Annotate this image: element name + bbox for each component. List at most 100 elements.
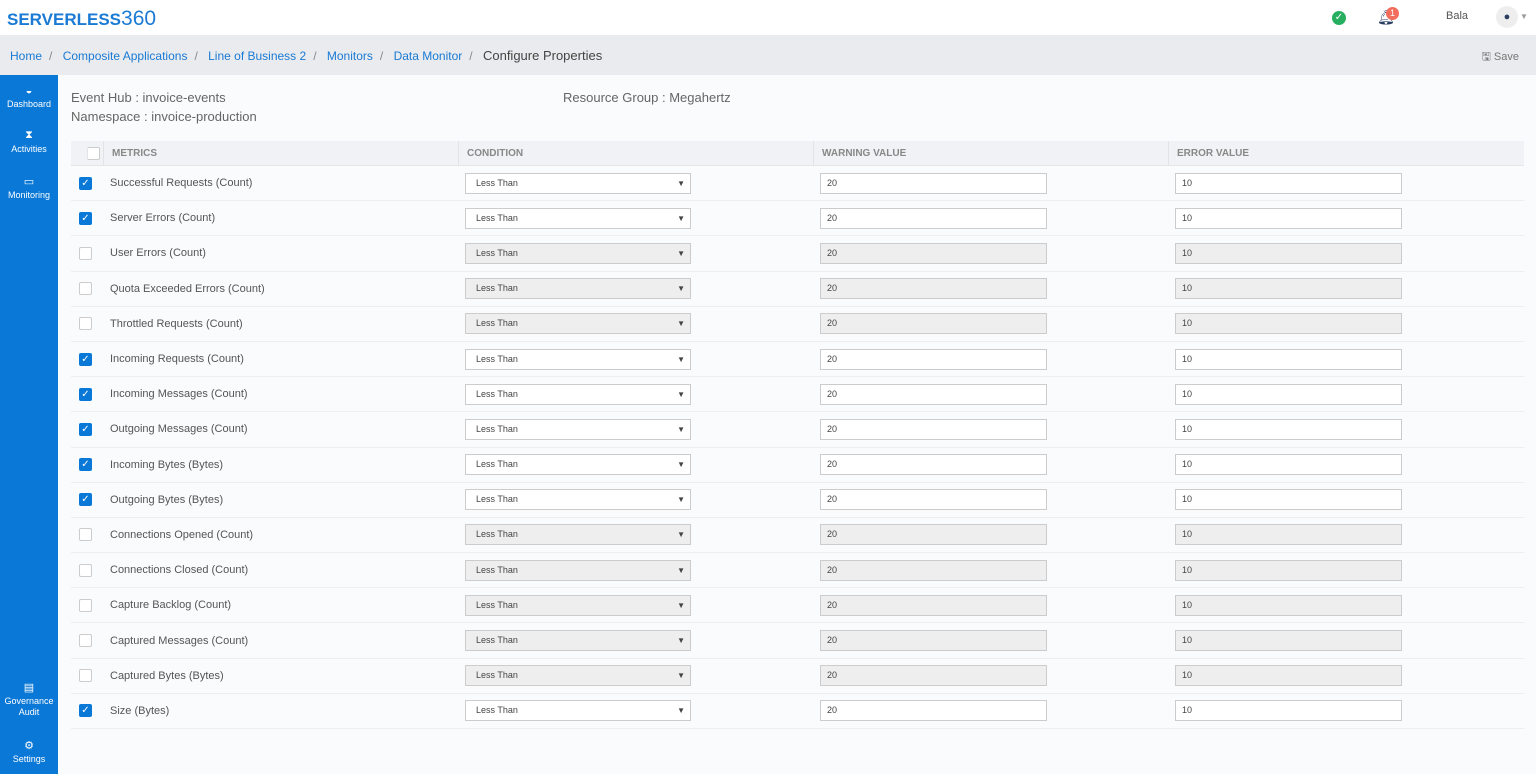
row-checkbox[interactable]: ✓ — [79, 704, 92, 718]
sidebar-item-activities[interactable]: ⧗ Activities — [0, 129, 58, 154]
error-value-input[interactable]: 10 — [1175, 489, 1402, 511]
row-checkbox[interactable] — [79, 317, 92, 331]
row-checkbox[interactable] — [79, 598, 92, 612]
table-row: User Errors (Count) Less Than ▼ 20 10 — [71, 236, 1524, 272]
warning-value-input[interactable]: 20 — [820, 172, 1047, 194]
breadcrumb-monitors[interactable]: Monitors — [327, 49, 373, 63]
condition-select[interactable]: Less Than ▼ — [465, 278, 691, 300]
warning-value-input[interactable]: 20 — [820, 278, 1047, 300]
condition-select[interactable]: Less Than ▼ — [465, 313, 691, 335]
condition-select[interactable]: Less Than ▼ — [465, 594, 691, 616]
save-button[interactable]: 🖫 Save — [1481, 48, 1519, 67]
row-checkbox[interactable] — [79, 669, 92, 683]
warning-value-input[interactable]: 20 — [820, 313, 1047, 335]
error-value-input[interactable]: 10 — [1175, 665, 1402, 687]
metric-name: Connections Closed (Count) — [110, 564, 249, 577]
condition-select[interactable]: Less Than ▼ — [465, 418, 691, 440]
breadcrumb-home[interactable]: Home — [10, 49, 42, 63]
table-row: ✓ Size (Bytes) Less Than ▼ 20 10 — [71, 694, 1524, 729]
row-checkbox[interactable]: ✓ — [79, 211, 92, 225]
condition-select[interactable]: Less Than ▼ — [465, 665, 691, 687]
user-name[interactable]: Bala — [1446, 10, 1468, 22]
condition-select[interactable]: Less Than ▼ — [465, 242, 691, 264]
metric-name: Captured Bytes (Bytes) — [110, 669, 224, 682]
row-checkbox[interactable]: ✓ — [79, 352, 92, 366]
row-checkbox[interactable]: ✓ — [79, 387, 92, 401]
sidebar-label: Activities — [11, 144, 47, 154]
error-value-input[interactable]: 10 — [1175, 313, 1402, 335]
condition-select[interactable]: Less Than ▼ — [465, 700, 691, 722]
breadcrumb-line-of-business[interactable]: Line of Business 2 — [208, 49, 306, 63]
sidebar-item-governance-audit[interactable]: ▤ Governance Audit — [0, 683, 58, 718]
audit-icon: ▤ — [23, 682, 35, 694]
warning-value-input[interactable]: 20 — [820, 383, 1047, 405]
warning-value-input[interactable]: 20 — [820, 454, 1047, 476]
error-value-input[interactable]: 10 — [1175, 559, 1402, 581]
status-ok-icon[interactable]: ✓ — [1332, 11, 1346, 25]
dropdown-arrow-icon: ▼ — [677, 600, 685, 610]
warning-value-input[interactable]: 20 — [820, 207, 1047, 229]
table-row: Connections Opened (Count) Less Than ▼ 20… — [71, 518, 1524, 554]
error-value-input[interactable]: 10 — [1175, 172, 1402, 194]
warning-value-input[interactable]: 20 — [820, 348, 1047, 370]
condition-value: Less Than — [476, 494, 518, 505]
sidebar-item-settings[interactable]: ⚙ Settings — [0, 739, 58, 764]
chevron-down-icon[interactable]: ▼ — [1520, 12, 1528, 21]
error-value-input[interactable]: 10 — [1175, 278, 1402, 300]
error-value-input[interactable]: 10 — [1175, 383, 1402, 405]
sidebar-item-dashboard[interactable]: ◒ Dashboard — [0, 85, 58, 109]
metric-name: Incoming Requests (Count) — [110, 353, 244, 366]
row-checkbox[interactable]: ✓ — [79, 458, 92, 472]
condition-select[interactable]: Less Than ▼ — [465, 524, 691, 546]
dropdown-arrow-icon: ▼ — [677, 530, 685, 540]
logo[interactable]: SERVERLESS360 — [7, 7, 156, 31]
avatar-icon[interactable]: ● — [1496, 6, 1518, 28]
condition-select[interactable]: Less Than ▼ — [465, 207, 691, 229]
error-value-input[interactable]: 10 — [1175, 524, 1402, 546]
select-all-checkbox[interactable] — [87, 147, 100, 160]
warning-value-input[interactable]: 20 — [820, 242, 1047, 264]
row-checkbox[interactable]: ✓ — [79, 493, 92, 507]
error-value-input[interactable]: 10 — [1175, 348, 1402, 370]
breadcrumb-composite-applications[interactable]: Composite Applications — [63, 49, 188, 63]
condition-select[interactable]: Less Than ▼ — [465, 383, 691, 405]
error-value-input[interactable]: 10 — [1175, 700, 1402, 722]
condition-select[interactable]: Less Than ▼ — [465, 454, 691, 476]
condition-select[interactable]: Less Than ▼ — [465, 172, 691, 194]
row-checkbox[interactable]: ✓ — [79, 422, 92, 436]
condition-select[interactable]: Less Than ▼ — [465, 348, 691, 370]
error-value-input[interactable]: 10 — [1175, 630, 1402, 652]
table-row: ✓ Server Errors (Count) Less Than ▼ 20 10 — [71, 201, 1524, 237]
error-value-input[interactable]: 10 — [1175, 418, 1402, 440]
error-value-input[interactable]: 10 — [1175, 594, 1402, 616]
row-checkbox[interactable] — [79, 282, 92, 296]
condition-select[interactable]: Less Than ▼ — [465, 489, 691, 511]
table-row: ✓ Incoming Requests (Count) Less Than ▼ 2… — [71, 342, 1524, 378]
row-checkbox[interactable] — [79, 528, 92, 542]
condition-select[interactable]: Less Than ▼ — [465, 559, 691, 581]
warning-value-input[interactable]: 20 — [820, 524, 1047, 546]
warning-value-input[interactable]: 20 — [820, 418, 1047, 440]
error-value-input[interactable]: 10 — [1175, 207, 1402, 229]
warning-value-input[interactable]: 20 — [820, 489, 1047, 511]
warning-value-input[interactable]: 20 — [820, 559, 1047, 581]
warning-value-input[interactable]: 20 — [820, 700, 1047, 722]
condition-select[interactable]: Less Than ▼ — [465, 630, 691, 652]
metric-name: Throttled Requests (Count) — [110, 317, 243, 330]
row-checkbox[interactable] — [79, 634, 92, 648]
sidebar-item-monitoring[interactable]: ▭ Monitoring — [0, 175, 58, 200]
dropdown-arrow-icon: ▼ — [677, 354, 685, 364]
row-checkbox[interactable] — [79, 563, 92, 577]
warning-value-input[interactable]: 20 — [820, 594, 1047, 616]
metric-name: Server Errors (Count) — [110, 212, 216, 225]
error-value-input[interactable]: 10 — [1175, 242, 1402, 264]
warning-value-input[interactable]: 20 — [820, 665, 1047, 687]
page-title: Configure Properties — [482, 48, 603, 63]
error-value-input[interactable]: 10 — [1175, 454, 1402, 476]
breadcrumb-data-monitor[interactable]: Data Monitor — [394, 49, 463, 63]
condition-value: Less Than — [476, 247, 518, 258]
row-checkbox[interactable]: ✓ — [79, 176, 92, 190]
warning-value-input[interactable]: 20 — [820, 630, 1047, 652]
row-checkbox[interactable] — [79, 246, 92, 260]
metric-name: Capture Backlog (Count) — [110, 599, 232, 612]
